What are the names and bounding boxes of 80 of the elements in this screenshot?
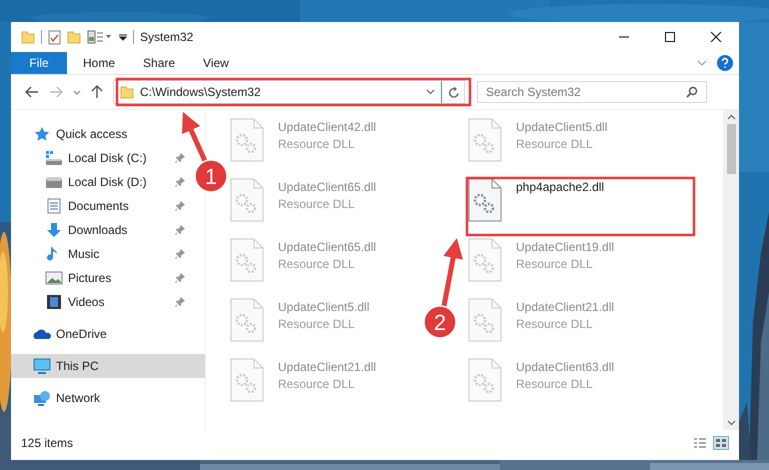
scroll-thumb[interactable] — [726, 124, 736, 174]
address-path: C:\Windows\System32 — [140, 85, 262, 99]
pc-icon — [33, 358, 51, 374]
network-icon — [33, 390, 51, 406]
back-arrow-icon[interactable] — [25, 86, 39, 98]
vertical-scrollbar[interactable] — [723, 110, 739, 430]
refresh-icon[interactable] — [448, 86, 460, 98]
file-name: UpdateClient63.dll — [516, 360, 614, 374]
ribbon-tab[interactable]: Home — [83, 52, 116, 74]
gear-file-icon — [230, 298, 264, 342]
gear-file-icon — [230, 118, 264, 162]
file-name: UpdateClient21.dll — [278, 360, 376, 374]
file-name: UpdateClient21.dll — [516, 300, 614, 314]
file-menu-button[interactable]: File — [11, 52, 67, 74]
gear-file-icon — [468, 238, 502, 282]
file-type: Resource DLL — [516, 377, 594, 391]
file-name: UpdateClient65.dll — [278, 180, 376, 194]
ribbon-tab[interactable]: View — [203, 52, 229, 74]
nav-item[interactable]: Pictures — [11, 266, 193, 290]
large-icons-view-icon[interactable] — [713, 436, 729, 450]
ribbon-tab[interactable]: Share — [143, 52, 176, 74]
search-icon[interactable] — [686, 86, 698, 98]
nav-item[interactable]: Local Disk (D:) — [11, 170, 193, 194]
nav-item[interactable]: Documents — [11, 194, 193, 218]
nav-item[interactable]: OneDrive — [11, 322, 113, 346]
file-type: Resource DLL — [516, 257, 594, 271]
file-type: Resource DLL — [516, 137, 594, 151]
star-icon — [33, 126, 51, 142]
nav-item[interactable]: Local Disk (C:) — [11, 146, 193, 170]
customize-toolbar-icon[interactable] — [87, 30, 113, 44]
scroll-down-icon[interactable] — [726, 420, 736, 426]
gear-file-icon — [468, 118, 502, 162]
chevron-down-icon[interactable] — [73, 90, 81, 94]
file-type: Resource DLL — [278, 197, 356, 211]
file-type: Resource DLL — [278, 137, 356, 151]
nav-item[interactable]: This PC — [11, 354, 205, 378]
step-badge: 1 — [194, 159, 228, 193]
step-badge: 2 — [423, 305, 457, 339]
drive-icon — [45, 174, 63, 190]
file-type: Resource DLL — [516, 317, 594, 331]
downloads-icon — [45, 222, 63, 238]
address-bar[interactable]: C:\Windows\System32 — [113, 80, 465, 104]
help-icon[interactable] — [717, 55, 733, 71]
nav-item[interactable]: Music — [11, 242, 193, 266]
gear-file-icon — [230, 238, 264, 282]
file-name: UpdateClient5.dll — [278, 300, 370, 314]
dropdown-icon[interactable] — [119, 32, 127, 42]
window-title: System32 — [140, 30, 194, 44]
item-count: 125 items — [21, 436, 74, 450]
gear-file-icon — [230, 358, 264, 402]
gear-file-icon — [230, 178, 264, 222]
file-name: UpdateClient5.dll — [516, 120, 608, 134]
gear-file-icon — [468, 178, 502, 222]
search-field[interactable]: Search System32 — [477, 81, 707, 103]
file-name: UpdateClient65.dll — [278, 240, 376, 254]
nav-item[interactable]: Network — [11, 386, 106, 410]
callout-arrow — [442, 238, 463, 306]
nav-item[interactable]: Quick access — [11, 122, 134, 146]
file-name: php4apache2.dll — [516, 180, 604, 194]
system-drive-icon — [45, 150, 63, 166]
file-name: UpdateClient42.dll — [278, 120, 376, 134]
nav-item[interactable]: Downloads — [11, 218, 193, 242]
chevron-down-icon[interactable] — [426, 89, 435, 95]
up-arrow-icon[interactable] — [91, 85, 103, 99]
gear-file-icon — [468, 358, 502, 402]
file-type: Resource DLL — [278, 377, 356, 391]
details-view-icon[interactable] — [693, 437, 707, 449]
scroll-up-icon[interactable] — [726, 114, 736, 120]
file-tile[interactable]: php4apache2.dll — [468, 178, 604, 222]
gear-file-icon — [468, 298, 502, 342]
file-type: Resource DLL — [278, 257, 356, 271]
documents-icon — [45, 198, 63, 214]
callout-arrow — [182, 112, 208, 162]
nav-item[interactable]: Videos — [11, 290, 193, 314]
file-name: UpdateClient19.dll — [516, 240, 614, 254]
folder-icon — [120, 85, 134, 99]
videos-icon — [45, 294, 63, 310]
pictures-icon — [45, 270, 63, 286]
properties-icon[interactable] — [48, 30, 61, 44]
file-type: Resource DLL — [278, 317, 356, 331]
